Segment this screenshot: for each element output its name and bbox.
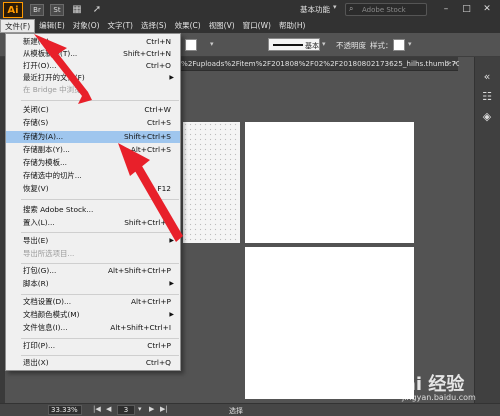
current-tool-label: 选择 bbox=[229, 407, 243, 415]
stock-search-placeholder: Adobe Stock bbox=[362, 6, 406, 14]
zoom-level-field[interactable]: 33.33% bbox=[48, 405, 82, 415]
menu-item-document-setup[interactable]: 文档设置(D)... Alt+Ctrl+P bbox=[6, 296, 180, 308]
graphic-style-swatch[interactable] bbox=[393, 39, 405, 51]
menu-item-export[interactable]: 导出(E) ▶ bbox=[6, 235, 180, 247]
submenu-arrow-icon: ▶ bbox=[169, 280, 174, 287]
menu-item-package[interactable]: 打包(G)... Alt+Shift+Ctrl+P bbox=[6, 265, 180, 277]
stroke-profile-label: 基本 bbox=[305, 42, 319, 50]
minimize-icon[interactable]: – bbox=[437, 2, 455, 16]
opacity-label[interactable]: 不透明度 bbox=[336, 40, 366, 51]
stroke-line-preview bbox=[273, 44, 303, 46]
menu-separator bbox=[21, 294, 179, 295]
menu-separator bbox=[21, 199, 179, 200]
menu-item-place[interactable]: 置入(L)... Shift+Ctrl+P bbox=[6, 217, 180, 229]
menu-separator bbox=[21, 232, 179, 233]
fill-swatch[interactable] bbox=[185, 39, 197, 51]
menu-item-print[interactable]: 打印(P)... Ctrl+P bbox=[6, 340, 180, 352]
status-bar: 33.33% |◀ ◀ 3 ▾ ▶ ▶| 选择 bbox=[0, 403, 500, 416]
chevron-down-icon[interactable]: ▾ bbox=[322, 40, 326, 48]
menu-item-new-from-template[interactable]: 从模板新建(T)... Shift+Ctrl+N bbox=[6, 48, 180, 60]
menu-help[interactable]: 帮助(H) bbox=[275, 19, 310, 33]
chevron-down-icon[interactable]: ▾ bbox=[333, 3, 337, 11]
menu-separator bbox=[21, 100, 179, 101]
stock-search-input[interactable]: ⌕ Adobe Stock bbox=[345, 3, 427, 16]
tab-overflow-icon[interactable]: >> bbox=[446, 59, 458, 67]
menu-separator bbox=[21, 263, 179, 264]
menu-item-close[interactable]: 关闭(C) Ctrl+W bbox=[6, 104, 180, 116]
file-menu-dropdown: 新建(N)... Ctrl+N 从模板新建(T)... Shift+Ctrl+N 打… bbox=[5, 33, 181, 371]
menu-item-save-copy[interactable]: 存储副本(Y)... Alt+Ctrl+S bbox=[6, 144, 180, 156]
artboard-number-field[interactable]: 3 bbox=[117, 405, 135, 415]
menu-item-revert[interactable]: 恢复(V) F12 bbox=[6, 183, 180, 195]
layers-icon[interactable]: ◈ bbox=[480, 110, 494, 124]
menu-file[interactable]: 文件(F) bbox=[0, 19, 36, 33]
arrange-documents-icon[interactable]: ▦ bbox=[70, 3, 84, 17]
gpu-performance-icon[interactable]: ➚ bbox=[90, 3, 104, 17]
menu-item-search-adobe-stock[interactable]: 搜索 Adobe Stock... bbox=[6, 204, 180, 216]
menu-item-scripts[interactable]: 脚本(R) ▶ bbox=[6, 278, 180, 290]
document-tab-title[interactable]: %2Fuploads%2Fitem%2F201808%2F02%2F201808… bbox=[181, 59, 469, 68]
right-panel-dock bbox=[474, 57, 500, 403]
menu-item-exit[interactable]: 退出(X) Ctrl+Q bbox=[6, 357, 180, 369]
menu-window[interactable]: 窗口(W) bbox=[239, 19, 275, 33]
title-menu-bar: Ai Br St ▦ ➚ 基本功能 ▾ ⌕ Adobe Stock – □ ✕ … bbox=[0, 0, 500, 33]
menu-object[interactable]: 对象(O) bbox=[69, 19, 104, 33]
next-artboard-icon[interactable]: ▶ bbox=[149, 405, 154, 413]
chevron-down-icon[interactable]: ▾ bbox=[138, 405, 142, 413]
properties-icon[interactable]: ☷ bbox=[480, 90, 494, 104]
expand-panels-icon[interactable]: « bbox=[480, 70, 494, 84]
artboard-3[interactable] bbox=[245, 247, 414, 399]
menu-item-save-selected-slices[interactable]: 存储选中的切片... bbox=[6, 170, 180, 182]
last-artboard-icon[interactable]: ▶| bbox=[160, 405, 168, 413]
menu-select[interactable]: 选择(S) bbox=[137, 19, 171, 33]
close-icon[interactable]: ✕ bbox=[478, 2, 496, 16]
menu-separator bbox=[21, 338, 179, 339]
watermark-url: jingyan.baidu.com bbox=[402, 393, 476, 402]
chevron-down-icon[interactable]: ▾ bbox=[210, 40, 214, 48]
first-artboard-icon[interactable]: |◀ bbox=[93, 405, 101, 413]
style-label: 样式： bbox=[370, 41, 393, 50]
menu-separator bbox=[21, 355, 179, 356]
main-menu: 文件(F) 编辑(E) 对象(O) 文字(T) 选择(S) 效果(C) 视图(V… bbox=[0, 19, 309, 33]
submenu-arrow-icon: ▶ bbox=[169, 74, 174, 81]
bridge-icon[interactable]: Br bbox=[30, 4, 44, 16]
menu-item-open[interactable]: 打开(O)... Ctrl+O bbox=[6, 60, 180, 72]
workspace-switcher[interactable]: 基本功能 bbox=[300, 4, 330, 15]
stroke-profile-select[interactable]: 基本 bbox=[268, 38, 320, 51]
artboard-2[interactable] bbox=[245, 122, 414, 243]
artboard-pattern[interactable] bbox=[183, 122, 240, 243]
menu-item-save-as-template[interactable]: 存储为模板... bbox=[6, 157, 180, 169]
menu-item-new[interactable]: 新建(N)... Ctrl+N bbox=[6, 36, 180, 48]
submenu-arrow-icon: ▶ bbox=[169, 311, 174, 318]
menu-item-save[interactable]: 存储(S) Ctrl+S bbox=[6, 117, 180, 129]
menu-view[interactable]: 视图(V) bbox=[205, 19, 239, 33]
submenu-arrow-icon: ▶ bbox=[169, 237, 174, 244]
illustrator-logo: Ai bbox=[3, 2, 23, 18]
stock-icon[interactable]: St bbox=[50, 4, 64, 16]
menu-item-file-info[interactable]: 文件信息(I)... Alt+Shift+Ctrl+I bbox=[6, 322, 180, 334]
menu-edit[interactable]: 编辑(E) bbox=[35, 19, 69, 33]
menu-item-open-recent[interactable]: 最近打开的文件(F) ▶ bbox=[6, 72, 180, 84]
maximize-icon[interactable]: □ bbox=[458, 2, 476, 16]
menu-item-browse-bridge: 在 Bridge 中浏览... bbox=[23, 85, 89, 94]
search-icon: ⌕ bbox=[349, 4, 354, 13]
menu-type[interactable]: 文字(T) bbox=[104, 19, 137, 33]
menu-item-document-color-mode[interactable]: 文档颜色模式(M) ▶ bbox=[6, 309, 180, 321]
previous-artboard-icon[interactable]: ◀ bbox=[106, 405, 111, 413]
menu-effect[interactable]: 效果(C) bbox=[171, 19, 205, 33]
menu-item-export-selection: 导出所选项目... bbox=[23, 249, 75, 258]
window-controls: – □ ✕ bbox=[437, 2, 500, 16]
illustrator-window: Ai Br St ▦ ➚ 基本功能 ▾ ⌕ Adobe Stock – □ ✕ … bbox=[0, 0, 500, 416]
menu-item-save-as[interactable]: 存储为(A)... Shift+Ctrl+S bbox=[6, 131, 180, 143]
chevron-down-icon[interactable]: ▾ bbox=[408, 40, 412, 48]
panel-dock-gap bbox=[459, 57, 473, 403]
